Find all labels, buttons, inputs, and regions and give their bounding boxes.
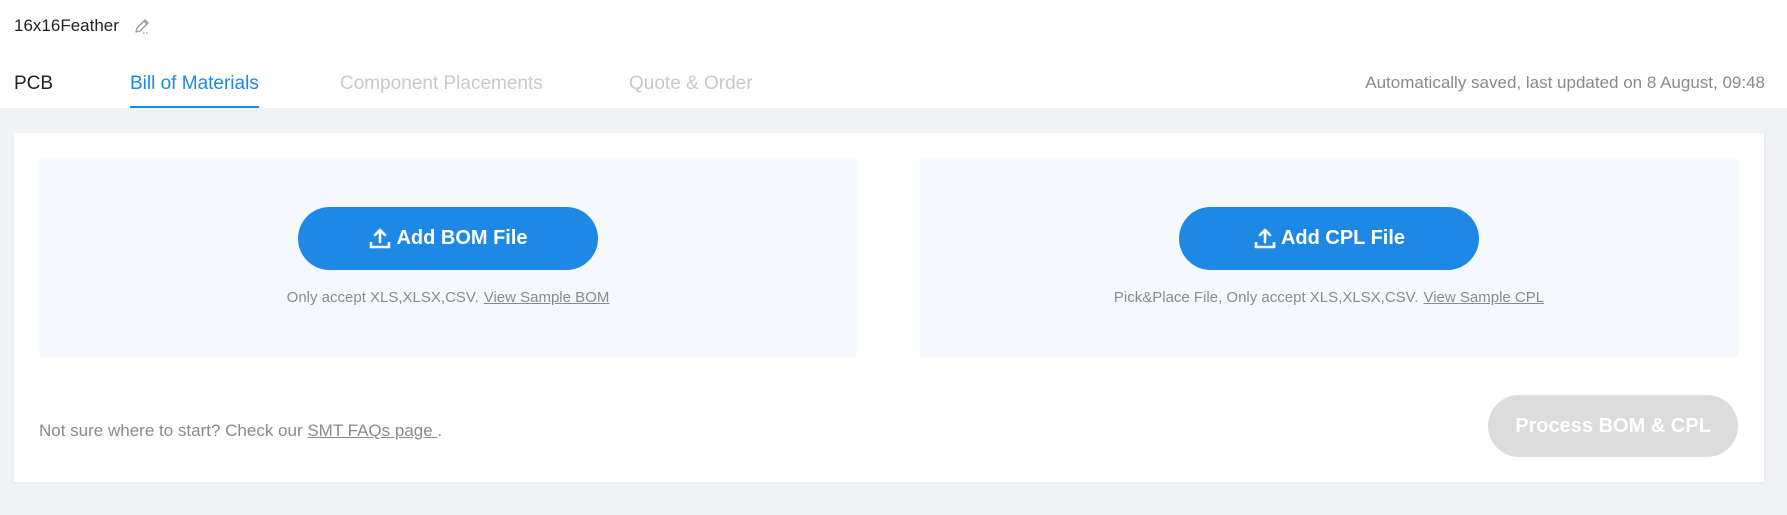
- bom-hint: Only accept XLS,XLSX,CSV. View Sample BOM: [39, 289, 857, 306]
- cpl-dropzone[interactable]: Add CPL File Pick&Place File, Only accep…: [920, 159, 1738, 357]
- bom-hint-text: Only accept XLS,XLSX,CSV.: [286, 289, 479, 306]
- view-sample-cpl-link[interactable]: View Sample CPL: [1423, 289, 1544, 306]
- smt-faqs-link[interactable]: SMT FAQs page: [307, 421, 437, 440]
- cpl-hint-text: Pick&Place File, Only accept XLS,XLSX,CS…: [1113, 289, 1419, 306]
- help-text-suffix: .: [437, 421, 443, 440]
- view-sample-bom-link[interactable]: View Sample BOM: [484, 289, 610, 306]
- top-bar: 16x16Feather PCB Bill of Materials Compo…: [0, 0, 1787, 108]
- autosave-status: Automatically saved, last updated on 8 A…: [1365, 73, 1765, 92]
- project-name: 16x16Feather: [14, 16, 119, 35]
- bom-dropzone[interactable]: Add BOM File Only accept XLS,XLSX,CSV. Vi…: [39, 159, 857, 357]
- help-text: Not sure where to start? Check our SMT F…: [39, 421, 442, 441]
- add-cpl-file-button[interactable]: Add CPL File: [1179, 207, 1479, 270]
- cpl-hint: Pick&Place File, Only accept XLS,XLSX,CS…: [920, 289, 1738, 306]
- add-cpl-file-label: Add CPL File: [1280, 227, 1406, 249]
- upload-icon: [368, 227, 392, 251]
- project-header: 16x16Feather: [14, 14, 151, 38]
- tab-bill-of-materials[interactable]: Bill of Materials: [130, 70, 259, 108]
- process-bom-cpl-button[interactable]: Process BOM & CPL: [1488, 395, 1738, 457]
- add-bom-file-button[interactable]: Add BOM File: [298, 207, 598, 270]
- help-text-prefix: Not sure where to start? Check our: [39, 421, 308, 440]
- add-bom-file-label: Add BOM File: [396, 227, 528, 249]
- upload-icon: [1253, 227, 1277, 251]
- tab-component-placements[interactable]: Component Placements: [340, 70, 543, 108]
- pencil-icon[interactable]: [133, 17, 151, 35]
- upload-card: Add BOM File Only accept XLS,XLSX,CSV. Vi…: [14, 133, 1764, 482]
- tab-pcb[interactable]: PCB: [14, 70, 53, 108]
- tab-quote-and-order[interactable]: Quote & Order: [629, 70, 753, 108]
